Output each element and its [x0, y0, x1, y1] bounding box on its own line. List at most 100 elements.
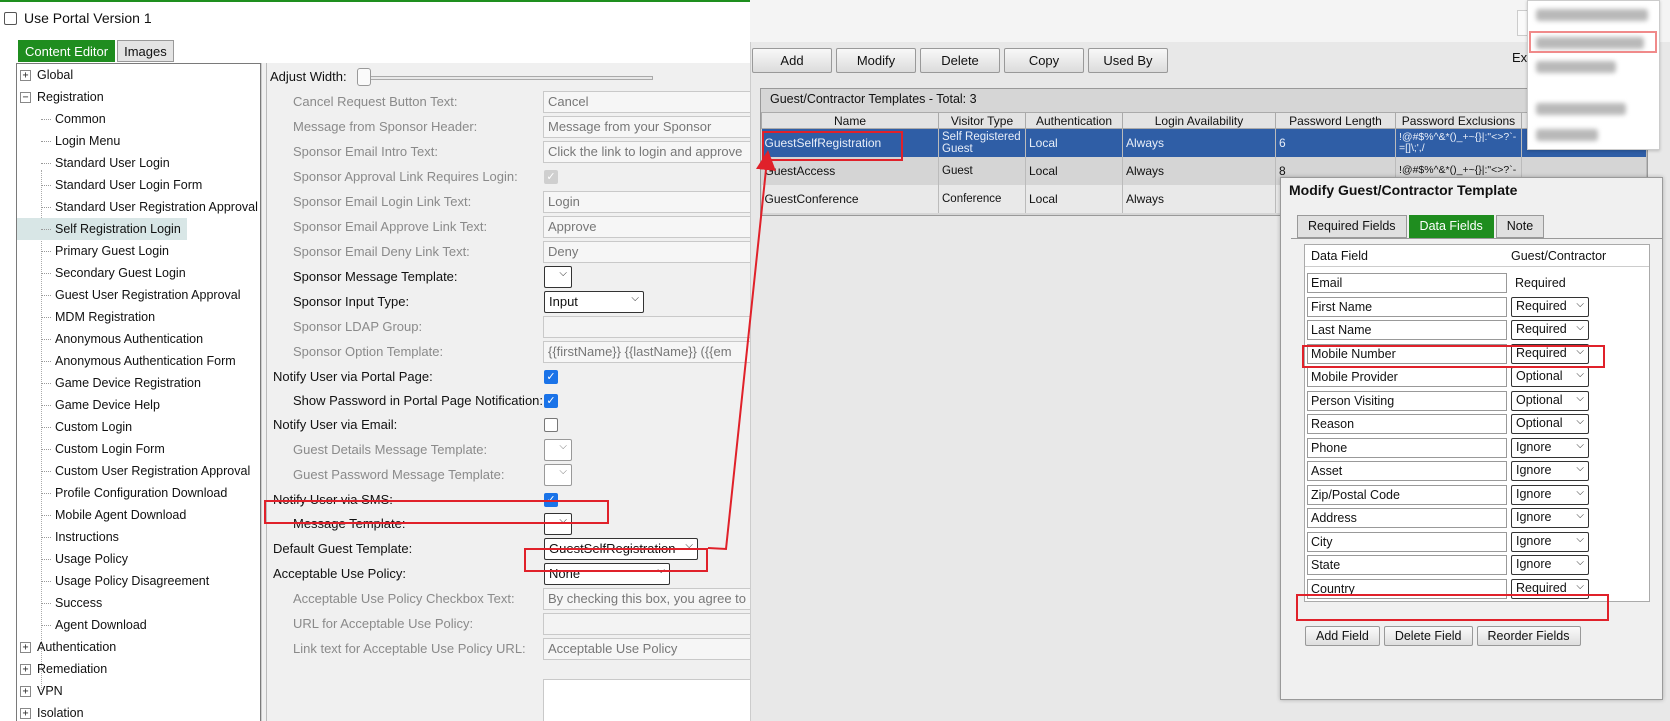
menu-item-blurred[interactable] — [1536, 9, 1648, 21]
expand-icon[interactable]: + — [20, 663, 31, 675]
tree-item-standard-user-registration-approval[interactable]: Standard User Registration Approval — [17, 196, 260, 218]
tree-item-instructions[interactable]: Instructions — [17, 526, 260, 548]
tree-item-success[interactable]: Success — [17, 592, 260, 614]
sponsor-input-type-select[interactable]: Input ⌵ — [544, 291, 644, 313]
tab-note[interactable]: Note — [1495, 215, 1545, 238]
sponsor-message-template-select[interactable]: ⌵ — [544, 266, 572, 288]
guest-password-template-select[interactable]: ⌵ — [544, 464, 572, 486]
notify-portal-checkbox[interactable]: ✓ — [544, 370, 558, 384]
tree-item-primary-guest-login[interactable]: Primary Guest Login — [17, 240, 260, 262]
mobile-provider-field-name[interactable]: Mobile Provider — [1307, 367, 1507, 387]
column-header-password-exclusions[interactable]: Password Exclusions — [1395, 112, 1522, 129]
reorder-fields-button[interactable]: Reorder Fields — [1476, 626, 1581, 646]
tree-item-registration[interactable]: − Registration — [17, 86, 260, 108]
address-field-name[interactable]: Address — [1307, 508, 1507, 528]
reason-field-name[interactable]: Reason — [1307, 414, 1507, 434]
tree-item-authentication[interactable]: + Authentication — [17, 636, 260, 658]
first-name-requirement-select[interactable]: Required ⌵ — [1511, 296, 1589, 317]
column-header-password-length[interactable]: Password Length — [1275, 112, 1396, 129]
tree-item-common[interactable]: Common — [17, 108, 260, 130]
tree-item-vpn[interactable]: + VPN — [17, 680, 260, 702]
tree-item-standard-user-login-form[interactable]: Standard User Login Form — [17, 174, 260, 196]
aup-checkbox-text-input[interactable]: By checking this box, you agree to — [543, 588, 756, 610]
city-requirement-select[interactable]: Ignore ⌵ — [1511, 531, 1589, 552]
tree-item-custom-user-registration-approval[interactable]: Custom User Registration Approval — [17, 460, 260, 482]
zip-postal-code-requirement-select[interactable]: Ignore ⌵ — [1511, 484, 1589, 505]
column-header-login-availability[interactable]: Login Availability — [1122, 112, 1276, 129]
used-by-button[interactable]: Used By — [1088, 48, 1168, 73]
notify-email-checkbox[interactable] — [544, 418, 558, 432]
tree-item-standard-user-login[interactable]: Standard User Login — [17, 152, 260, 174]
guest-details-template-select[interactable]: ⌵ — [544, 439, 572, 461]
sponsor-header-input[interactable]: Message from your Sponsor — [543, 116, 756, 138]
email-field-name[interactable]: Email — [1307, 273, 1507, 293]
state-requirement-select[interactable]: Ignore ⌵ — [1511, 555, 1589, 575]
zip-postal-code-field-name[interactable]: Zip/Postal Code — [1307, 484, 1507, 505]
tree-item-usage-policy[interactable]: Usage Policy — [17, 548, 260, 570]
tree-item-custom-login-form[interactable]: Custom Login Form — [17, 438, 260, 460]
tree-item-game-device-help[interactable]: Game Device Help — [17, 394, 260, 416]
collapse-icon[interactable]: − — [20, 91, 31, 103]
last-name-field-name[interactable]: Last Name — [1307, 320, 1507, 340]
expand-icon[interactable]: + — [20, 69, 31, 81]
delete-field-button[interactable]: Delete Field — [1383, 626, 1473, 646]
tree-item-mdm-registration[interactable]: MDM Registration — [17, 306, 260, 328]
add-field-button[interactable]: Add Field — [1305, 626, 1380, 646]
column-header-authentication[interactable]: Authentication — [1025, 112, 1123, 129]
reason-requirement-select[interactable]: Optional ⌵ — [1511, 414, 1589, 434]
tree-item-custom-login[interactable]: Custom Login — [17, 416, 260, 438]
aup-link-text-input[interactable]: Acceptable Use Policy — [543, 638, 756, 660]
add-button[interactable]: Add — [752, 48, 832, 73]
last-name-requirement-select[interactable]: Required ⌵ — [1511, 320, 1589, 340]
cancel-button-text-input[interactable]: Cancel — [543, 91, 756, 113]
aup-url-input[interactable] — [543, 613, 756, 635]
person-visiting-requirement-select[interactable]: Optional ⌵ — [1511, 390, 1589, 411]
tree-item-global[interactable]: + Global — [17, 64, 260, 86]
sponsor-ldap-group-input[interactable] — [543, 316, 756, 338]
tab-required-fields[interactable]: Required Fields — [1297, 215, 1407, 238]
person-visiting-field-name[interactable]: Person Visiting — [1307, 390, 1507, 411]
mobile-provider-requirement-select[interactable]: Optional ⌵ — [1511, 367, 1589, 387]
menu-item-blurred[interactable] — [1536, 129, 1598, 141]
adjust-width-slider-track[interactable] — [363, 76, 653, 80]
approve-link-text-input[interactable]: Approve — [543, 216, 756, 238]
tree-item-secondary-guest-login[interactable]: Secondary Guest Login — [17, 262, 260, 284]
menu-item-blurred[interactable] — [1536, 61, 1616, 73]
adjust-width-slider-thumb[interactable] — [357, 68, 371, 86]
phone-requirement-select[interactable]: Ignore ⌵ — [1511, 437, 1589, 458]
tree-item-remediation[interactable]: + Remediation — [17, 658, 260, 680]
deny-link-text-input[interactable]: Deny — [543, 241, 756, 263]
tree-item-profile-configuration-download[interactable]: Profile Configuration Download — [17, 482, 260, 504]
show-password-checkbox[interactable]: ✓ — [544, 394, 558, 408]
export-label[interactable]: Ex — [1512, 50, 1527, 65]
tree-item-self-registration-login[interactable]: Self Registration Login — [17, 218, 187, 240]
state-field-name[interactable]: State — [1307, 555, 1507, 575]
asset-field-name[interactable]: Asset — [1307, 461, 1507, 481]
tree-item-anonymous-authentication[interactable]: Anonymous Authentication — [17, 328, 260, 350]
tree-item-game-device-registration[interactable]: Game Device Registration — [17, 372, 260, 394]
expand-icon[interactable]: + — [20, 685, 31, 697]
column-header-name[interactable]: Name — [761, 112, 939, 129]
modify-button[interactable]: Modify — [836, 48, 916, 73]
tab-data-fields[interactable]: Data Fields — [1408, 215, 1494, 238]
approval-requires-login-checkbox[interactable]: ✓ — [544, 170, 558, 184]
use-portal-version-row[interactable]: Use Portal Version 1 — [4, 8, 152, 28]
tab-images[interactable]: Images — [117, 40, 174, 62]
phone-field-name[interactable]: Phone — [1307, 437, 1507, 458]
tree-item-mobile-agent-download[interactable]: Mobile Agent Download — [17, 504, 260, 526]
expand-icon[interactable]: + — [20, 707, 31, 719]
sponsor-intro-input[interactable]: Click the link to login and approve — [543, 141, 756, 163]
policy-textarea[interactable] — [543, 679, 756, 721]
first-name-field-name[interactable]: First Name — [1307, 296, 1507, 317]
tree-item-agent-download[interactable]: Agent Download — [17, 614, 260, 636]
city-field-name[interactable]: City — [1307, 531, 1507, 552]
tree-item-login-menu[interactable]: Login Menu — [17, 130, 260, 152]
copy-button[interactable]: Copy — [1004, 48, 1084, 73]
delete-button[interactable]: Delete — [920, 48, 1000, 73]
sponsor-option-template-input[interactable]: {{firstName}} {{lastName}} ({{em — [543, 341, 756, 363]
column-header-visitor-type[interactable]: Visitor Type — [938, 112, 1026, 129]
tree-item-isolation[interactable]: + Isolation — [17, 702, 260, 721]
tab-content-editor[interactable]: Content Editor — [18, 40, 116, 62]
tree-item-guest-user-registration-approval[interactable]: Guest User Registration Approval — [17, 284, 260, 306]
login-link-text-input[interactable]: Login — [543, 191, 756, 213]
